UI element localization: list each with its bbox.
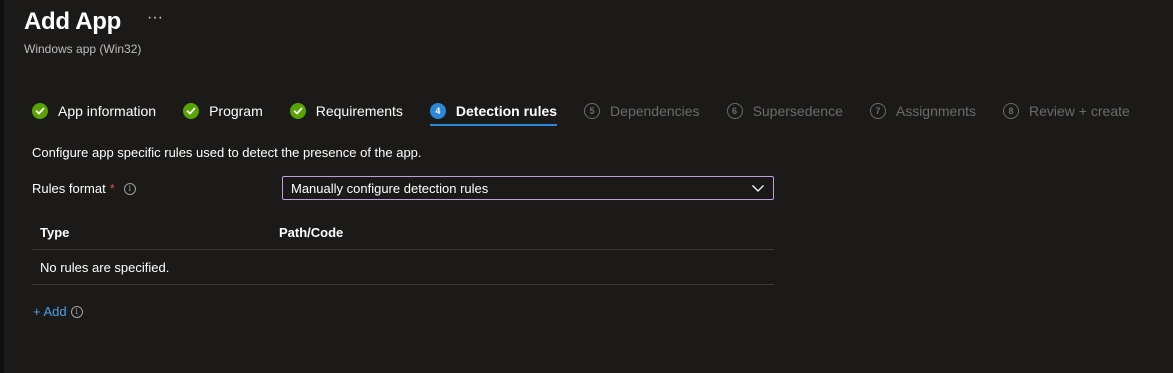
step-label: Program bbox=[209, 103, 263, 119]
rules-format-value: Manually configure detection rules bbox=[291, 180, 489, 196]
step-label: Detection rules bbox=[455, 103, 558, 119]
checkmark-icon bbox=[32, 103, 48, 119]
rules-format-label-text: Rules format bbox=[32, 181, 106, 196]
column-header-type: Type bbox=[40, 225, 70, 240]
rules-format-select[interactable]: Manually configure detection rules bbox=[282, 176, 774, 200]
info-icon[interactable]: i bbox=[123, 182, 136, 195]
title-row: Add App ··· bbox=[24, 8, 163, 36]
required-marker: * bbox=[109, 181, 115, 196]
table-empty-message: No rules are specified. bbox=[32, 250, 774, 285]
wizard-steps: App information Program Requirements 4 D… bbox=[32, 100, 1157, 126]
step-label: App information bbox=[58, 103, 157, 119]
step-number-icon: 7 bbox=[869, 103, 886, 119]
step-label: Dependencies bbox=[610, 103, 700, 119]
table-header: Type Path/Code bbox=[32, 216, 774, 250]
detection-rules-table: Type Path/Code No rules are specified. bbox=[32, 216, 774, 285]
more-options-button[interactable]: ··· bbox=[147, 9, 163, 27]
column-header-path-code: Path/Code bbox=[279, 225, 344, 240]
left-edge-divider bbox=[0, 0, 4, 373]
page-header: Add App ··· Windows app (Win32) bbox=[24, 8, 163, 56]
step-assignments[interactable]: 7 Assignments bbox=[869, 103, 977, 119]
step-label: Review + create bbox=[1029, 103, 1130, 119]
section-description: Configure app specific rules used to det… bbox=[32, 145, 422, 160]
step-app-information[interactable]: App information bbox=[32, 103, 156, 119]
active-step-underline bbox=[429, 124, 558, 126]
step-label: Supersedence bbox=[752, 103, 843, 119]
checkmark-icon bbox=[183, 103, 200, 119]
step-requirements[interactable]: Requirements bbox=[289, 103, 403, 119]
step-number-icon: 5 bbox=[584, 103, 601, 119]
checkmark-icon bbox=[289, 103, 306, 119]
step-supersedence[interactable]: 6 Supersedence bbox=[726, 103, 843, 119]
step-program[interactable]: Program bbox=[183, 103, 263, 119]
info-icon[interactable]: i bbox=[70, 305, 83, 318]
add-rule-link[interactable]: + Add i bbox=[33, 304, 83, 319]
add-rule-label: + Add bbox=[33, 304, 67, 319]
step-number-icon: 8 bbox=[1003, 103, 1020, 119]
step-number-icon: 6 bbox=[726, 103, 743, 119]
page-title: Add App bbox=[24, 8, 121, 35]
step-dependencies[interactable]: 5 Dependencies bbox=[584, 103, 700, 119]
page-subtitle: Windows app (Win32) bbox=[24, 42, 142, 56]
step-number-icon: 4 bbox=[429, 103, 446, 119]
rules-format-label: Rules format * i bbox=[32, 181, 136, 196]
step-detection-rules[interactable]: 4 Detection rules bbox=[429, 103, 558, 126]
step-label: Assignments bbox=[895, 103, 977, 119]
step-review-create[interactable]: 8 Review + create bbox=[1003, 103, 1130, 119]
chevron-down-icon bbox=[752, 185, 764, 192]
step-label: Requirements bbox=[315, 103, 403, 119]
